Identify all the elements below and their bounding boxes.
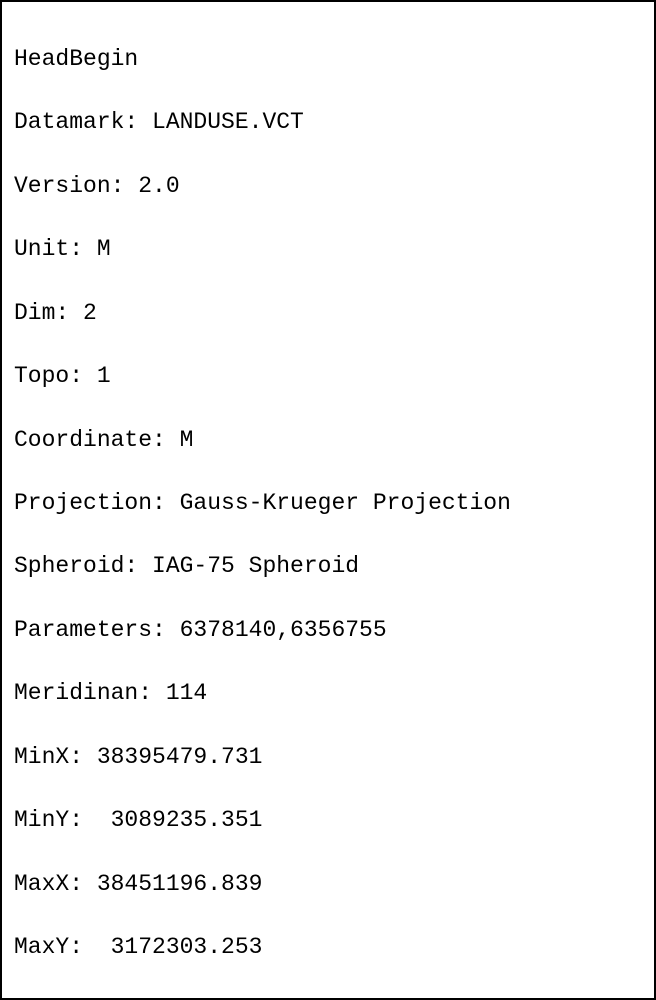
- head-line: Dim: 2: [14, 298, 642, 330]
- head-line: Spheroid: IAG-75 Spheroid: [14, 551, 642, 583]
- head-line: Unit: M: [14, 234, 642, 266]
- head-line: Datamark: LANDUSE.VCT: [14, 107, 642, 139]
- head-line: Coordinate: M: [14, 425, 642, 457]
- head-line: MinY: 3089235.351: [14, 805, 642, 837]
- head-line: Meridinan: 114: [14, 678, 642, 710]
- head-line: Scale: 10000: [14, 996, 642, 1000]
- head-begin: HeadBegin: [14, 44, 642, 76]
- vct-file-text-panel: HeadBegin Datamark: LANDUSE.VCT Version:…: [0, 0, 656, 1000]
- head-line: MinX: 38395479.731: [14, 742, 642, 774]
- head-line: Topo: 1: [14, 361, 642, 393]
- head-line: MaxX: 38451196.839: [14, 869, 642, 901]
- head-line: Parameters: 6378140,6356755: [14, 615, 642, 647]
- head-line: MaxY: 3172303.253: [14, 932, 642, 964]
- head-line: Projection: Gauss-Krueger Projection: [14, 488, 642, 520]
- head-line: Version: 2.0: [14, 171, 642, 203]
